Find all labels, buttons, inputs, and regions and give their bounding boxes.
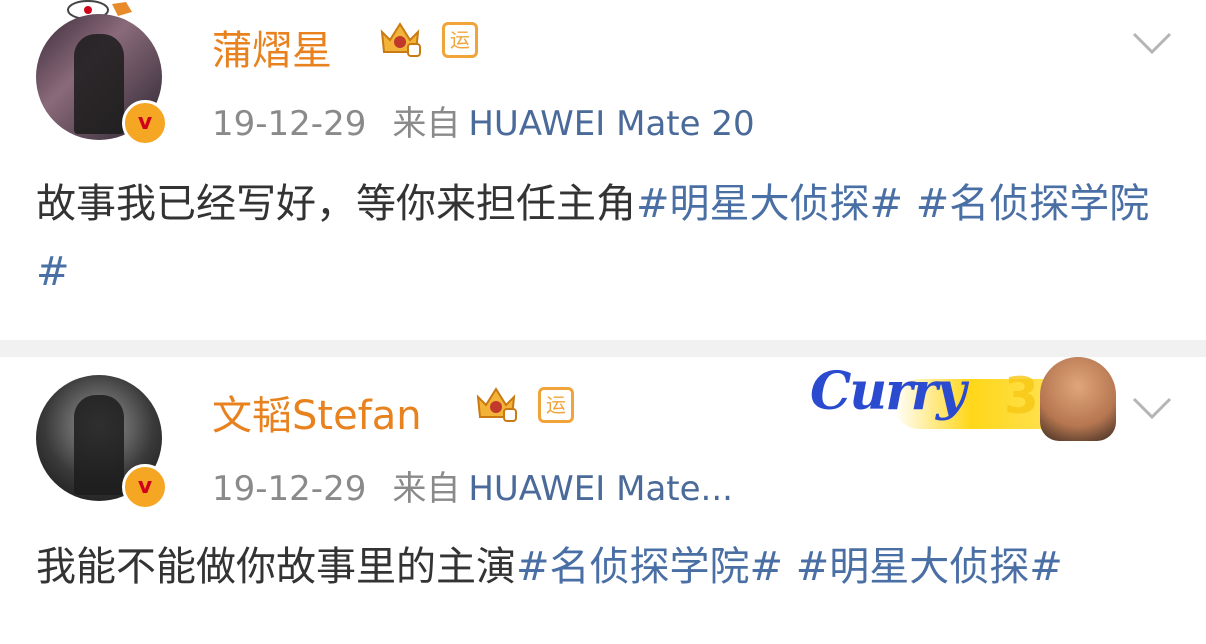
from-label: 来自 (392, 104, 461, 144)
avatar-figure (74, 34, 124, 134)
curry-sticker: 30 Curry (804, 357, 1134, 447)
username[interactable]: 文韬Stefan (212, 383, 422, 441)
post-body-text: 故事我已经写好，等你来担任主角 (36, 181, 636, 227)
yun-badge: 运 (442, 22, 478, 58)
post-divider (0, 340, 1206, 357)
post-meta: 19-12-29 来自 HUAWEI Mate 20 (212, 96, 755, 145)
hashtag-link[interactable]: #名侦探学院# (516, 544, 783, 590)
verified-badge-icon: v (122, 464, 168, 510)
sticker-player-image (1040, 357, 1116, 441)
crown-icon (476, 387, 517, 422)
from-label: 来自 (392, 469, 461, 509)
weibo-post-2: v 文韬Stefan 运 30 Curry 19-12-29 来自 HUAWEI M… (0, 357, 1206, 644)
post-meta: 19-12-29 来自 HUAWEI Mate... (212, 461, 733, 510)
verified-badge-icon: v (122, 100, 168, 146)
post-body-text: 我能不能做你故事里的主演 (36, 544, 516, 590)
device-link[interactable]: HUAWEI Mate 20 (468, 104, 754, 144)
post-date: 19-12-29 (212, 104, 367, 144)
post-text: 故事我已经写好，等你来担任主角#明星大侦探# #名侦探学院# (36, 170, 1176, 306)
crown-icon (380, 22, 421, 57)
device-link[interactable]: HUAWEI Mate... (468, 469, 733, 509)
hashtag-link[interactable]: #明星大侦探# (796, 544, 1063, 590)
hashtag-link[interactable]: #明星大侦探# (636, 181, 903, 227)
sticker-word: Curry (810, 361, 966, 422)
weibo-post-1: v 蒲熠星 运 19-12-29 来自 HUAWEI Mate 20 故事我已经写好… (0, 0, 1206, 340)
avatar-figure (74, 395, 124, 495)
post-text: 我能不能做你故事里的主演#名侦探学院# #明星大侦探# (36, 533, 1176, 601)
post-date: 19-12-29 (212, 469, 367, 509)
chevron-down-icon[interactable] (1130, 395, 1174, 421)
chevron-down-icon[interactable] (1130, 30, 1174, 56)
yun-badge: 运 (538, 387, 574, 423)
username[interactable]: 蒲熠星 (212, 18, 332, 76)
